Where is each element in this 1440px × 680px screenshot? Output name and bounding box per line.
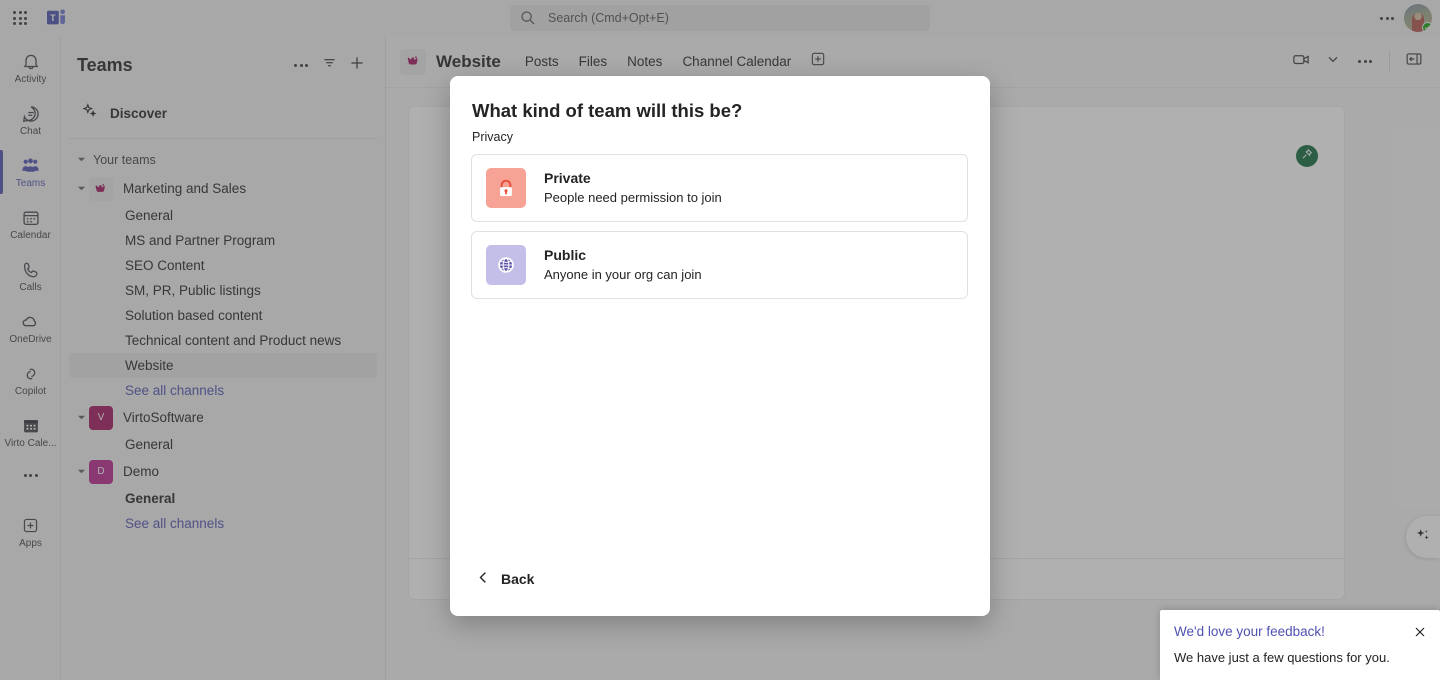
feedback-toast-title: We'd love your feedback! (1174, 624, 1325, 639)
privacy-option-desc: People need permission to join (544, 190, 722, 205)
privacy-option-text: Private People need permission to join (544, 169, 722, 207)
close-icon[interactable] (1410, 622, 1430, 642)
teams-app-window: T Search (Cmd+Opt+E) Activity Chat Teams… (0, 0, 1440, 680)
privacy-option-name: Private (544, 170, 591, 186)
privacy-option-public[interactable]: Public Anyone in your org can join (471, 231, 968, 299)
feedback-toast: We'd love your feedback! We have just a … (1160, 610, 1440, 680)
dialog-section-label: Privacy (472, 130, 513, 144)
privacy-option-name: Public (544, 247, 587, 263)
lock-icon (486, 168, 526, 208)
globe-icon (486, 245, 526, 285)
privacy-option-text: Public Anyone in your org can join (544, 246, 702, 284)
create-team-privacy-dialog: What kind of team will this be? Privacy … (450, 76, 990, 616)
dialog-title: What kind of team will this be? (472, 100, 743, 121)
privacy-option-private[interactable]: Private People need permission to join (471, 154, 968, 222)
back-button-label: Back (501, 571, 535, 587)
chevron-left-icon (476, 570, 491, 588)
feedback-toast-body: We have just a few questions for you. (1174, 650, 1390, 665)
back-button[interactable]: Back (472, 564, 544, 594)
privacy-option-desc: Anyone in your org can join (544, 267, 702, 282)
